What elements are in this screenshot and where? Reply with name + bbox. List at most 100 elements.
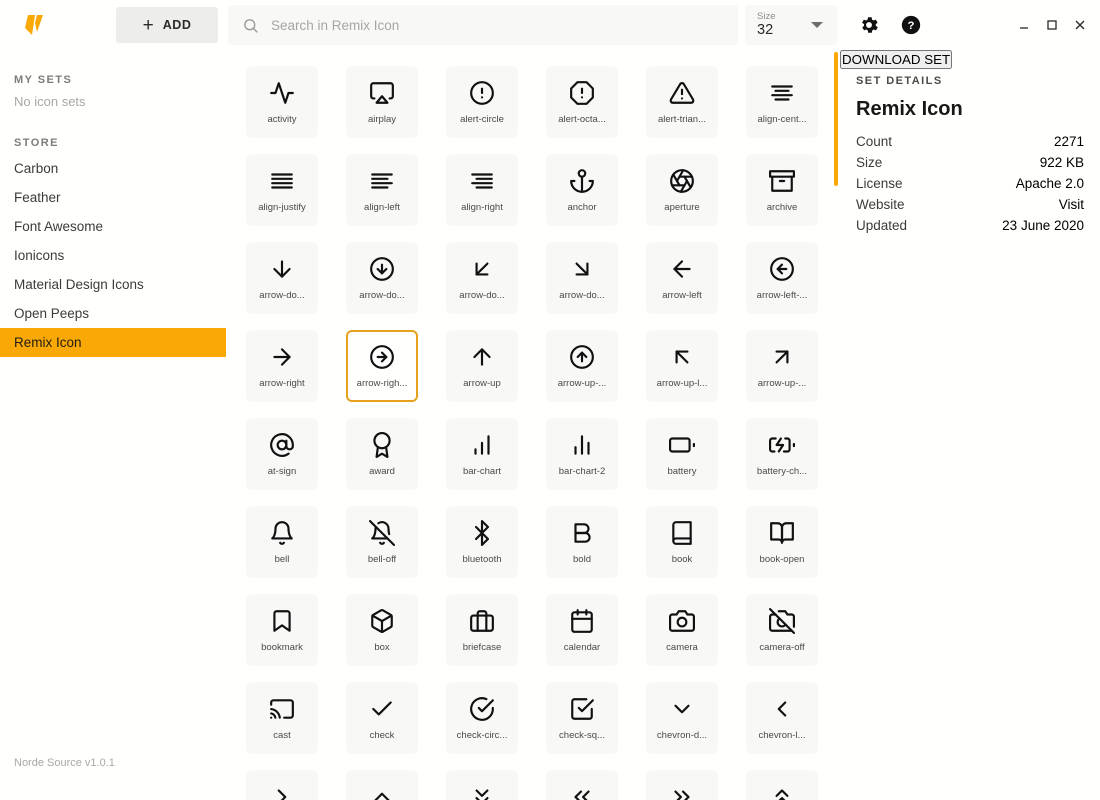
sidebar-item-open-peeps[interactable]: Open Peeps bbox=[0, 299, 226, 328]
icon-card-alert-triangle[interactable]: alert-trian... bbox=[646, 66, 718, 138]
icon-card-airplay[interactable]: airplay bbox=[346, 66, 418, 138]
chevron-down-icon bbox=[648, 684, 716, 730]
grid-scrollbar-thumb[interactable] bbox=[834, 52, 838, 186]
bluetooth-icon bbox=[448, 508, 516, 554]
meta-value: 922 KB bbox=[1040, 155, 1084, 170]
sidebar-item-label: Remix Icon bbox=[14, 335, 82, 350]
icon-card-align-center[interactable]: align-cent... bbox=[746, 66, 818, 138]
chevrons-left-icon bbox=[548, 772, 616, 800]
icon-card-check-square[interactable]: check-sq... bbox=[546, 682, 618, 754]
app-version-label: Norde Source v1.0.1 bbox=[14, 757, 115, 769]
icon-card-chevrons-up[interactable] bbox=[746, 770, 818, 800]
icon-card-arrow-left[interactable]: arrow-left bbox=[646, 242, 718, 314]
close-icon bbox=[1073, 18, 1087, 32]
icon-card-label: battery bbox=[667, 466, 696, 477]
book-icon bbox=[648, 508, 716, 554]
meta-value-link[interactable]: Visit bbox=[1059, 197, 1084, 212]
icon-card-camera[interactable]: camera bbox=[646, 594, 718, 666]
add-set-button[interactable]: + ADD bbox=[116, 7, 218, 43]
icon-card-label: camera-off bbox=[759, 642, 804, 653]
icon-card-calendar[interactable]: calendar bbox=[546, 594, 618, 666]
icon-card-alert-circle[interactable]: alert-circle bbox=[446, 66, 518, 138]
icon-card-align-justify[interactable]: align-justify bbox=[246, 154, 318, 226]
icon-card-bar-chart-2[interactable]: bar-chart-2 bbox=[546, 418, 618, 490]
icon-card-book-open[interactable]: book-open bbox=[746, 506, 818, 578]
icon-card-box[interactable]: box bbox=[346, 594, 418, 666]
icon-card-chevrons-left[interactable] bbox=[546, 770, 618, 800]
settings-button[interactable] bbox=[856, 12, 882, 38]
icon-card-chevrons-right[interactable] bbox=[646, 770, 718, 800]
icon-card-align-left[interactable]: align-left bbox=[346, 154, 418, 226]
meta-key: Size bbox=[856, 155, 882, 170]
size-select[interactable]: Size 32 bbox=[745, 5, 837, 45]
chevron-down-icon bbox=[811, 22, 823, 28]
icon-card-archive[interactable]: archive bbox=[746, 154, 818, 226]
sidebar-item-remix-icon[interactable]: Remix Icon bbox=[0, 328, 226, 357]
bar-chart-2-icon bbox=[548, 420, 616, 466]
icon-card-award[interactable]: award bbox=[346, 418, 418, 490]
icon-card-arrow-right[interactable]: arrow-right bbox=[246, 330, 318, 402]
icon-card-book[interactable]: book bbox=[646, 506, 718, 578]
icon-card-briefcase[interactable]: briefcase bbox=[446, 594, 518, 666]
search-bar[interactable] bbox=[228, 5, 738, 45]
icon-card-label: chevron-d... bbox=[657, 730, 707, 741]
meta-value-link[interactable]: Apache 2.0 bbox=[1016, 176, 1084, 191]
icon-card-chevron-left[interactable]: chevron-l... bbox=[746, 682, 818, 754]
help-button[interactable]: ? bbox=[898, 12, 924, 38]
sidebar-item-ionicons[interactable]: Ionicons bbox=[0, 241, 226, 270]
icon-card-bookmark[interactable]: bookmark bbox=[246, 594, 318, 666]
icon-card-arrow-down-left[interactable]: arrow-do... bbox=[446, 242, 518, 314]
sidebar-item-feather[interactable]: Feather bbox=[0, 183, 226, 212]
icon-card-chevron-up[interactable] bbox=[346, 770, 418, 800]
icon-card-bold[interactable]: bold bbox=[546, 506, 618, 578]
icon-card-arrow-up-circle[interactable]: arrow-up-... bbox=[546, 330, 618, 402]
icon-card-arrow-down-right[interactable]: arrow-do... bbox=[546, 242, 618, 314]
minimize-button[interactable] bbox=[1013, 14, 1035, 36]
icon-card-arrow-left-circle[interactable]: arrow-left-... bbox=[746, 242, 818, 314]
icon-card-anchor[interactable]: anchor bbox=[546, 154, 618, 226]
icon-card-chevron-down[interactable]: chevron-d... bbox=[646, 682, 718, 754]
set-meta-table: Count2271Size922 KBLicenseApache 2.0Webs… bbox=[856, 134, 1084, 239]
icon-card-aperture[interactable]: aperture bbox=[646, 154, 718, 226]
sidebar-item-font-awesome[interactable]: Font Awesome bbox=[0, 212, 226, 241]
icon-card-bluetooth[interactable]: bluetooth bbox=[446, 506, 518, 578]
icon-card-check[interactable]: check bbox=[346, 682, 418, 754]
icon-card-label: book bbox=[672, 554, 693, 565]
icon-card-bell-off[interactable]: bell-off bbox=[346, 506, 418, 578]
search-icon bbox=[242, 17, 259, 34]
icon-card-chevrons-down[interactable] bbox=[446, 770, 518, 800]
maximize-button[interactable] bbox=[1041, 14, 1063, 36]
icon-card-check-circle[interactable]: check-circ... bbox=[446, 682, 518, 754]
icon-card-battery[interactable]: battery bbox=[646, 418, 718, 490]
sidebar-item-material-design-icons[interactable]: Material Design Icons bbox=[0, 270, 226, 299]
icon-card-battery-charging[interactable]: battery-ch... bbox=[746, 418, 818, 490]
icon-card-arrow-down[interactable]: arrow-do... bbox=[246, 242, 318, 314]
icon-card-at-sign[interactable]: at-sign bbox=[246, 418, 318, 490]
icon-card-label: aperture bbox=[664, 202, 699, 213]
icon-card-arrow-up-right[interactable]: arrow-up-... bbox=[746, 330, 818, 402]
maximize-icon bbox=[1045, 18, 1059, 32]
icon-card-label: arrow-do... bbox=[259, 290, 304, 301]
icon-card-arrow-down-circle[interactable]: arrow-do... bbox=[346, 242, 418, 314]
icon-card-cast[interactable]: cast bbox=[246, 682, 318, 754]
download-set-button[interactable]: DOWNLOAD SET bbox=[840, 50, 952, 69]
icon-card-chevron-right[interactable] bbox=[246, 770, 318, 800]
set-title: Remix Icon bbox=[856, 98, 963, 121]
icon-card-arrow-up-left[interactable]: arrow-up-l... bbox=[646, 330, 718, 402]
icon-card-arrow-up[interactable]: arrow-up bbox=[446, 330, 518, 402]
icon-card-alert-octagon[interactable]: alert-octa... bbox=[546, 66, 618, 138]
icon-card-label: calendar bbox=[564, 642, 600, 653]
icon-card-bell[interactable]: bell bbox=[246, 506, 318, 578]
icon-card-align-right[interactable]: align-right bbox=[446, 154, 518, 226]
sidebar-item-carbon[interactable]: Carbon bbox=[0, 154, 226, 183]
chevrons-right-icon bbox=[648, 772, 716, 800]
set-details-panel: SET DETAILS Remix Icon Count2271Size922 … bbox=[840, 50, 1100, 800]
icon-card-activity[interactable]: activity bbox=[246, 66, 318, 138]
gear-icon bbox=[858, 14, 880, 36]
close-button[interactable] bbox=[1069, 14, 1091, 36]
search-input[interactable] bbox=[271, 18, 711, 33]
size-select-stack: Size 32 bbox=[757, 12, 775, 38]
icon-card-arrow-right-circle[interactable]: arrow-righ... bbox=[346, 330, 418, 402]
icon-card-camera-off[interactable]: camera-off bbox=[746, 594, 818, 666]
icon-card-bar-chart[interactable]: bar-chart bbox=[446, 418, 518, 490]
